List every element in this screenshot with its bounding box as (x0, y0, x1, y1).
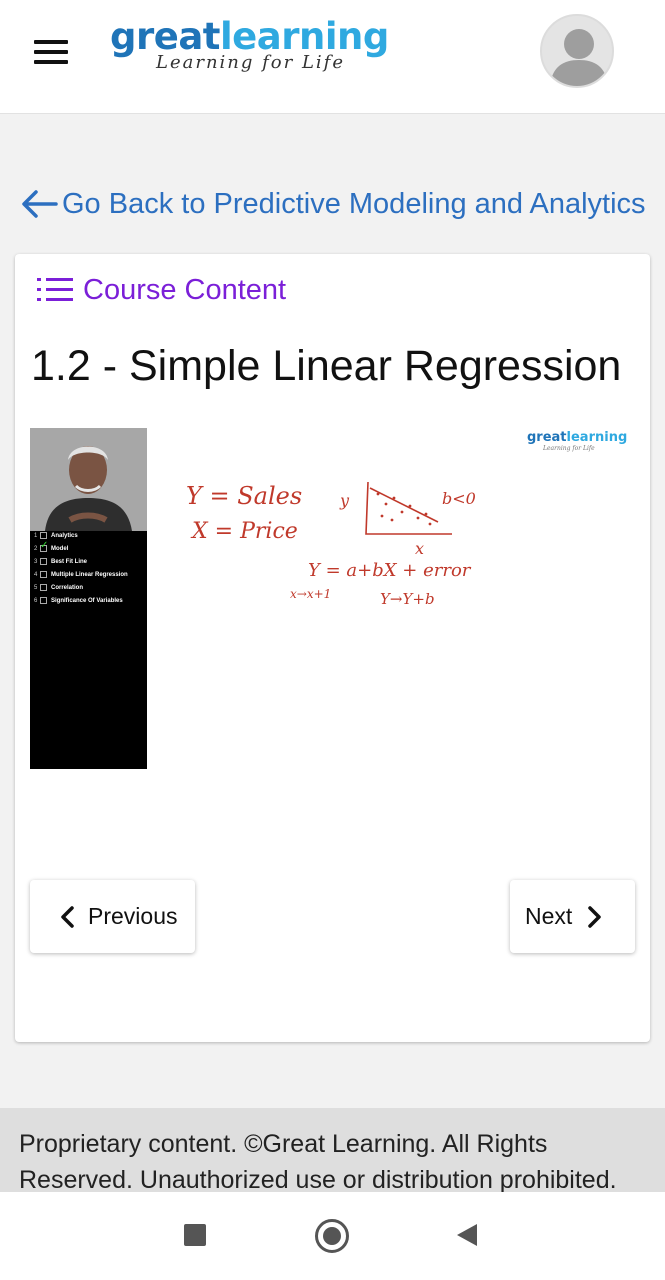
note-axis-y: y (339, 491, 350, 510)
next-button-label: Next (525, 903, 573, 929)
arrow-left-icon (22, 190, 58, 218)
presenter-panel: 1Analytics 2Model 3Best Fit Line 4Multiple … (30, 428, 147, 769)
checkbox-icon (40, 597, 47, 604)
chevron-left-icon (61, 905, 74, 928)
greatlearning-logo[interactable]: greatlearning Learning for Life (110, 14, 400, 78)
whiteboard-notes: Y = Sales X = Price y x b<0 Y = a+bX + e… (186, 481, 476, 608)
note-y-shift: Y→Y+b (380, 590, 435, 608)
back-link-label: Go Back to Predictive Modeling and Analy… (62, 187, 646, 220)
toc-item-label: Multiple Linear Regression (51, 572, 128, 578)
sketch-points (376, 492, 432, 526)
previous-button-label: Previous (88, 903, 178, 929)
android-nav-bar (0, 1192, 665, 1280)
hamburger-menu-icon[interactable] (34, 40, 70, 66)
note-y-sales: Y = Sales (186, 482, 302, 510)
toc-item: 5 Correlation (34, 584, 144, 592)
toc-item-label: Correlation (51, 585, 84, 591)
note-axis-x: x (415, 539, 424, 558)
note-slope: b<0 (442, 489, 476, 508)
toc-item: 6 Significance Of Variables (34, 597, 144, 605)
toc-item: 2Model (34, 542, 144, 553)
toc-item-label: Analytics (51, 533, 78, 539)
note-equation: Y = a+bX + error (308, 560, 472, 581)
presenter-image (30, 428, 147, 531)
toc-item: 4 Multiple Linear Regression (34, 571, 144, 579)
video-watermark-logo: greatlearning Learning for Life (527, 430, 637, 452)
toc-item-label: Best Fit Line (51, 559, 88, 565)
back-to-course-link[interactable]: Go Back to Predictive Modeling and Analy… (20, 182, 646, 226)
video-logo-great: great (527, 430, 567, 445)
checkbox-icon (40, 558, 47, 565)
course-content-toggle[interactable]: Course Content (35, 270, 286, 310)
note-x-price: X = Price (190, 519, 298, 544)
app-header: greatlearning Learning for Life (0, 0, 665, 114)
back-triangle-icon[interactable] (456, 1223, 478, 1247)
toc-item: 3 Best Fit Line (34, 558, 144, 566)
checkbox-icon (40, 571, 47, 578)
checkbox-checked-icon (40, 542, 48, 552)
footer-copyright: Proprietary content. ©Great Learning. Al… (19, 1130, 617, 1192)
footer: Proprietary content. ©Great Learning. Al… (0, 1108, 665, 1192)
video-logo-learning: learning (566, 430, 628, 445)
previous-button[interactable]: Previous (30, 880, 195, 953)
list-icon (37, 278, 73, 301)
video-toc: 1Analytics 2Model 3Best Fit Line 4Multiple … (34, 532, 144, 610)
video-logo-tagline: Learning for Life (543, 445, 595, 452)
note-x-shift: x→x+1 (290, 587, 331, 601)
lesson-video-player[interactable]: 1Analytics 2Model 3Best Fit Line 4Multiple … (30, 426, 635, 771)
toc-item: 1 Analytics (34, 532, 144, 540)
checkbox-icon (40, 584, 47, 591)
toc-item-label: Model (51, 546, 69, 552)
home-icon[interactable] (315, 1219, 349, 1253)
lesson-title: 1.2 - Simple Linear Regression (31, 342, 622, 390)
recent-apps-icon[interactable] (184, 1224, 206, 1246)
lesson-card: Course Content 1.2 - Simple Linear Regre… (15, 254, 650, 1042)
chevron-right-icon (588, 905, 602, 928)
sketch-plot (365, 481, 452, 535)
user-avatar-icon[interactable] (540, 14, 614, 88)
logo-tagline: Learning for Life (156, 52, 345, 73)
course-content-label: Course Content (83, 273, 287, 306)
checkbox-icon (40, 532, 47, 539)
toc-item-label: Significance Of Variables (51, 598, 123, 604)
next-button[interactable]: Next (510, 880, 635, 953)
